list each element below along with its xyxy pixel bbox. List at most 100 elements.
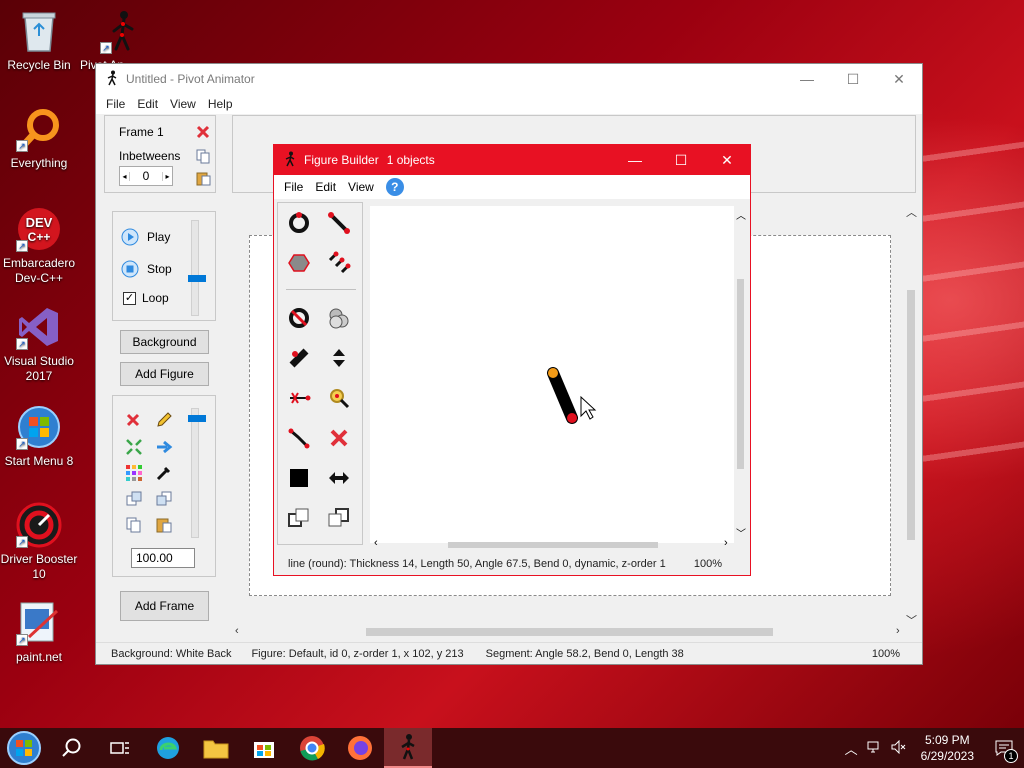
static-segment-tool-icon[interactable] — [285, 344, 313, 372]
desktop-icon-label: Driver Booster 10 — [0, 552, 78, 581]
scale-slider-thumb[interactable] — [188, 415, 206, 422]
joint-red-handle[interactable] — [567, 413, 577, 423]
search-button[interactable] — [48, 728, 96, 768]
figure-line-segment[interactable] — [370, 206, 734, 543]
move-up-down-tool-icon[interactable] — [325, 344, 353, 372]
start-button[interactable] — [0, 728, 48, 768]
fb-horizontal-scrollbar[interactable] — [448, 542, 658, 548]
menu-file[interactable]: File — [100, 97, 131, 111]
menu-edit[interactable]: Edit — [131, 97, 164, 111]
desktop-icon-start-menu-8[interactable]: ↗ Start Menu 8 — [0, 404, 78, 469]
canvas-scroll-left-icon[interactable]: ‹ — [235, 625, 239, 637]
desktop-icon-visual-studio[interactable]: ↗ Visual Studio 2017 — [0, 304, 78, 384]
figure-builder-canvas[interactable] — [370, 206, 734, 543]
spinner-left-icon[interactable]: ◂ — [120, 171, 130, 181]
canvas-vertical-scrollbar[interactable] — [907, 290, 915, 540]
taskbar-store-button[interactable] — [240, 728, 288, 768]
circles-group-tool-icon[interactable] — [325, 304, 353, 332]
fb-menu-file[interactable]: File — [278, 180, 309, 194]
fb-minimize-button[interactable]: — — [612, 145, 658, 175]
shortcut-arrow-icon: ↗ — [100, 42, 112, 54]
clock[interactable]: 5:09 PM 6/29/2023 — [911, 732, 984, 764]
help-question-icon[interactable]: ? — [385, 178, 404, 196]
fb-maximize-button[interactable]: ☐ — [658, 145, 704, 175]
desktop-icon-recycle-bin[interactable]: Recycle Bin — [0, 8, 78, 73]
bend-line-tool-icon[interactable] — [285, 424, 313, 452]
canvas-scroll-right-icon[interactable]: › — [896, 625, 900, 637]
window-titlebar[interactable]: Untitled - Pivot Animator — ☐ ✕ — [96, 64, 922, 94]
shortcut-arrow-icon: ↗ — [16, 338, 28, 350]
fb-vertical-scrollbar[interactable] — [737, 279, 744, 469]
layer-front-tool-icon[interactable] — [285, 504, 313, 532]
maximize-button[interactable]: ☐ — [830, 64, 876, 94]
copy-figure-icon[interactable] — [125, 516, 143, 537]
add-circle-tool-icon[interactable] — [285, 209, 313, 237]
add-figure-button[interactable]: Add Figure — [120, 362, 209, 386]
network-icon[interactable] — [863, 740, 887, 757]
layer-back-tool-icon[interactable] — [325, 504, 353, 532]
joint-orange-handle[interactable] — [548, 368, 558, 378]
add-line-tool-icon[interactable] — [325, 209, 353, 237]
flip-horizontal-tool-icon[interactable] — [325, 464, 353, 492]
delete-frame-icon[interactable] — [195, 124, 211, 143]
inbetweens-spinner[interactable]: ◂ 0 ▸ — [119, 166, 173, 186]
close-button[interactable]: ✕ — [876, 64, 922, 94]
speed-slider[interactable] — [188, 220, 206, 316]
circle-toggle-tool-icon[interactable] — [285, 304, 313, 332]
spinner-right-icon[interactable]: ▸ — [162, 171, 172, 181]
color-palette-icon[interactable] — [125, 464, 143, 485]
desktop-icon-dev-cpp[interactable]: DEV C++ ↗ Embarcadero Dev-C++ — [0, 206, 78, 286]
add-frame-button[interactable]: Add Frame — [120, 591, 209, 621]
edit-figure-pencil-icon[interactable] — [155, 411, 173, 432]
speed-slider-thumb[interactable] — [188, 275, 206, 282]
taskbar-edge-button[interactable] — [144, 728, 192, 768]
canvas-scroll-down-icon[interactable]: ﹀ — [906, 612, 917, 628]
notification-center-button[interactable]: 1 — [984, 728, 1024, 768]
copy-frame-icon[interactable] — [195, 148, 211, 167]
add-polygon-tool-icon[interactable] — [285, 249, 313, 277]
delete-segment-tool-icon[interactable] — [325, 424, 353, 452]
canvas-horizontal-scrollbar[interactable] — [366, 628, 773, 636]
fb-menu-view[interactable]: View — [342, 180, 380, 194]
taskbar-firefox-button[interactable] — [336, 728, 384, 768]
paste-figure-icon[interactable] — [155, 516, 173, 537]
fb-close-button[interactable]: ✕ — [704, 145, 750, 175]
scale-input[interactable]: 100.00 — [131, 548, 195, 568]
canvas-scroll-up-icon[interactable]: ︿ — [906, 204, 917, 220]
split-segment-tool-icon[interactable] — [285, 384, 313, 412]
figure-scale-slider[interactable] — [188, 408, 206, 538]
taskbar-chrome-button[interactable] — [288, 728, 336, 768]
paste-frame-icon[interactable] — [195, 170, 211, 189]
desktop-icon-driver-booster[interactable]: ↗ Driver Booster 10 — [0, 502, 78, 582]
desktop-icon-everything[interactable]: ↗ Everything — [0, 106, 78, 171]
show-hidden-icons-chevron-icon[interactable]: ︿ — [840, 739, 863, 758]
play-button[interactable]: Play — [121, 228, 170, 246]
background-button[interactable]: Background — [120, 330, 209, 354]
task-view-button[interactable] — [96, 728, 144, 768]
taskbar-pivot-animator-button[interactable] — [384, 728, 432, 768]
volume-muted-icon[interactable] — [887, 739, 911, 757]
menu-help[interactable]: Help — [202, 97, 239, 111]
fb-scroll-left-icon[interactable]: ‹ — [374, 537, 378, 549]
magnify-joint-tool-icon[interactable] — [325, 384, 353, 412]
add-joint-segment-tool-icon[interactable] — [325, 249, 353, 277]
send-backward-icon[interactable] — [155, 490, 173, 511]
minimize-button[interactable]: — — [784, 64, 830, 94]
figure-builder-titlebar[interactable]: Figure Builder 1 objects — ☐ ✕ — [274, 145, 750, 175]
fb-scroll-up-icon[interactable]: ︿ — [736, 207, 746, 222]
taskbar-file-explorer-button[interactable] — [192, 728, 240, 768]
fill-color-tool-icon[interactable] — [285, 464, 313, 492]
delete-figure-icon[interactable] — [125, 412, 141, 431]
loop-checkbox[interactable]: ✓ Loop — [123, 291, 169, 305]
eyedropper-icon[interactable] — [155, 464, 173, 485]
bring-forward-icon[interactable] — [125, 490, 143, 511]
fb-scroll-down-icon[interactable]: ﹀ — [736, 525, 746, 540]
flip-figure-arrow-icon[interactable] — [155, 438, 173, 459]
desktop-icon-paint-net[interactable]: ↗ paint.net — [0, 600, 78, 665]
center-figure-icon[interactable] — [125, 438, 143, 459]
fb-scroll-right-icon[interactable]: › — [724, 537, 728, 549]
fb-menu-edit[interactable]: Edit — [309, 180, 342, 194]
inbetweens-value[interactable]: 0 — [130, 169, 162, 183]
stop-button[interactable]: Stop — [121, 260, 172, 278]
menu-view[interactable]: View — [164, 97, 202, 111]
